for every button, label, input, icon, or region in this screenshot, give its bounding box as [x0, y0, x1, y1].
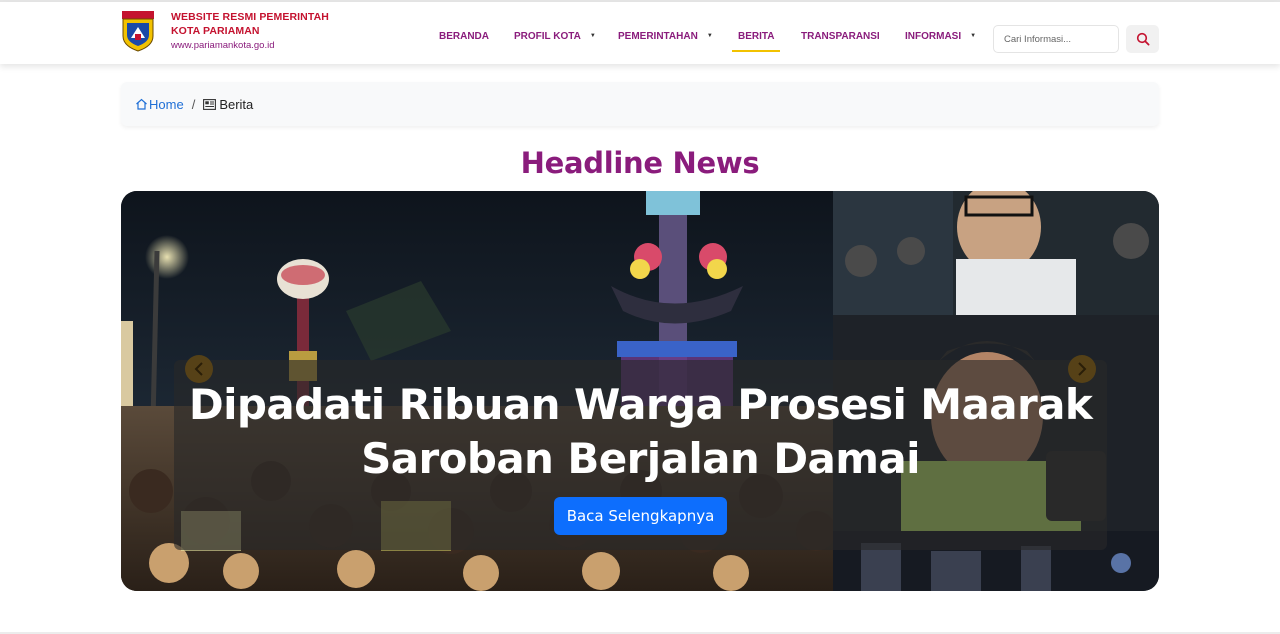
nav-berita-label: BERITA: [738, 30, 775, 42]
nav-informasi-label: INFORMASI: [905, 30, 962, 42]
chevron-right-icon: [1078, 362, 1087, 376]
search-input[interactable]: [993, 25, 1119, 53]
nav-beranda[interactable]: BERANDA: [439, 24, 489, 48]
search-icon: [1136, 32, 1150, 46]
nav-profil-kota-label: PROFIL KOTA: [514, 30, 581, 42]
nav-pemerintahan-label: PEMERINTAHAN: [618, 30, 698, 42]
caret-down-icon: ▼: [706, 33, 713, 39]
nav-transparansi-label: TRANSPARANSI: [801, 30, 880, 42]
carousel-prev-button[interactable]: [185, 355, 213, 383]
breadcrumb: Home / Berita: [121, 82, 1159, 126]
nav-transparansi[interactable]: TRANSPARANSI: [801, 24, 880, 48]
breadcrumb-home-link[interactable]: Home: [135, 97, 184, 112]
nav-pemerintahan[interactable]: PEMERINTAHAN ▼: [618, 24, 713, 48]
breadcrumb-current-label: Berita: [219, 96, 254, 112]
site-title-line1: WEBSITE RESMI PEMERINTAH: [171, 11, 329, 23]
caret-down-icon: ▼: [589, 33, 596, 39]
nav-informasi[interactable]: INFORMASI ▼: [905, 24, 976, 48]
nav-berita[interactable]: BERITA: [731, 24, 782, 52]
headline-section-title: Headline News: [520, 146, 760, 180]
slide-title[interactable]: Dipadati Ribuan Warga Prosesi Maarak Sar…: [174, 378, 1107, 486]
navbar: WEBSITE RESMI PEMERINTAH KOTA PARIAMAN w…: [0, 2, 1280, 64]
slide-title-line1: Dipadati Ribuan Warga Prosesi Maarak: [188, 380, 1093, 429]
chevron-left-icon: [194, 362, 203, 376]
newspaper-icon: [203, 98, 217, 110]
breadcrumb-home-label: Home: [149, 96, 184, 112]
home-icon: [136, 98, 147, 110]
breadcrumb-current: Berita: [203, 97, 253, 112]
nav-beranda-label: BERANDA: [439, 30, 489, 42]
caret-down-icon: ▼: [970, 33, 977, 39]
breadcrumb-separator: /: [191, 96, 196, 112]
headline-carousel[interactable]: Dipadati Ribuan Warga Prosesi Maarak Sar…: [121, 191, 1159, 591]
slide-title-line2: Saroban Berjalan Damai: [361, 434, 920, 483]
carousel-next-button[interactable]: [1068, 355, 1096, 383]
nav-profil-kota[interactable]: PROFIL KOTA ▼: [514, 24, 596, 48]
read-more-button[interactable]: Baca Selengkapnya: [554, 497, 727, 535]
search-button[interactable]: [1126, 25, 1159, 53]
